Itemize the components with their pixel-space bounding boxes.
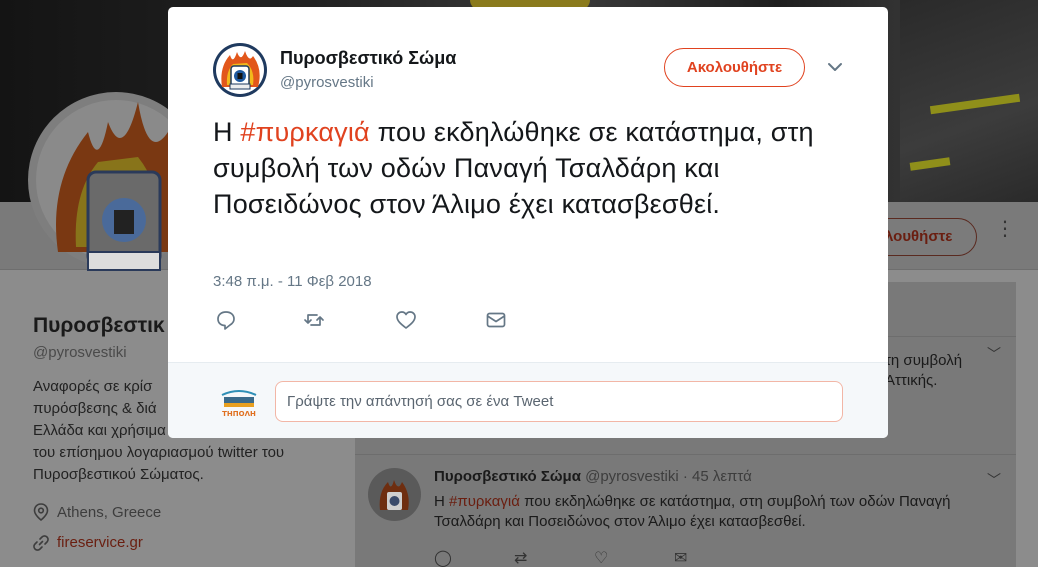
- profile-handle: @pyrosvestiki: [33, 344, 127, 361]
- message-icon[interactable]: [485, 309, 507, 331]
- tweet-text: Η #πυρκαγιά που εκδηλώθηκε σε κατάστημα,…: [434, 492, 1004, 532]
- reflective-stripe: [909, 157, 951, 171]
- reply-icon[interactable]: [215, 309, 237, 331]
- follow-button[interactable]: Ακολουθήστε: [664, 48, 805, 87]
- banner-firefighter: [900, 0, 1038, 202]
- tweet-text: Η #πυρκαγιά που εκδηλώθηκε σε κατάστημα,…: [213, 114, 853, 222]
- hashtag-link[interactable]: #πυρκαγιά: [449, 493, 520, 510]
- tweet-text: τη συμβολή Αττικής.: [885, 351, 962, 391]
- author-avatar[interactable]: [213, 43, 267, 97]
- retweet-icon[interactable]: [303, 309, 325, 331]
- chevron-down-icon[interactable]: ﹀: [987, 470, 1001, 490]
- tweet-meta: @pyrosvestiki · 45 λεπτά: [585, 468, 752, 485]
- chevron-down-icon[interactable]: ﹀: [987, 344, 1001, 364]
- avatar[interactable]: [368, 468, 421, 521]
- tweet-text-prefix: Η: [213, 117, 241, 147]
- tweet-author[interactable]: Πυροσβεστικό Σώμα: [434, 468, 581, 485]
- chevron-down-icon[interactable]: [825, 57, 845, 77]
- author-name[interactable]: Πυροσβεστικό Σώμα: [280, 48, 456, 69]
- like-icon[interactable]: [395, 309, 417, 331]
- timeline-tweet[interactable]: Πυροσβεστικό Σώμα @pyrosvestiki · 45 λεπ…: [355, 456, 1016, 567]
- reply-input[interactable]: Γράψτε την απάντησή σας σε ένα Tweet: [275, 381, 843, 422]
- link-icon: [33, 534, 49, 551]
- reply-icon[interactable]: ◯: [434, 548, 514, 567]
- reply-box: ΤΗΠΟΛΗ Γράψτε την απάντησή σας σε ένα Tw…: [168, 362, 888, 438]
- reply-avatar-text: ΤΗΠΟΛΗ: [222, 410, 256, 418]
- author-handle[interactable]: @pyrosvestiki: [280, 74, 374, 91]
- tweet-text-prefix: Η: [434, 493, 449, 510]
- bio-line: του επίσημου λογαριασμού twitter του: [33, 444, 285, 461]
- user-avatar: ΤΗΠΟΛΗ: [218, 381, 260, 421]
- more-options-icon[interactable]: ⋮: [995, 219, 1015, 239]
- message-icon[interactable]: ✉: [674, 548, 754, 567]
- hashtag-link[interactable]: #πυρκαγιά: [240, 117, 369, 147]
- map-pin-icon: [33, 503, 49, 521]
- like-icon[interactable]: ♡: [594, 548, 674, 567]
- bio-line: Πυροσβεστικού Σώματος.: [33, 466, 204, 483]
- tweet-timestamp[interactable]: 3:48 π.μ. - 11 Φεβ 2018: [213, 273, 372, 290]
- retweet-icon[interactable]: ⇄: [514, 548, 594, 567]
- profile-location: Athens, Greece: [33, 503, 161, 521]
- link-text[interactable]: fireservice.gr: [57, 534, 143, 551]
- tweet-text-line: Αττικής.: [885, 372, 938, 389]
- tweet-modal: Πυροσβεστικό Σώμα @pyrosvestiki Ακολουθή…: [168, 7, 888, 438]
- location-text: Athens, Greece: [57, 503, 162, 521]
- tweet-actions: [213, 309, 533, 333]
- tweet-header: Πυροσβεστικό Σώμα @pyrosvestiki · 45 λεπ…: [434, 468, 752, 485]
- tweet-text-line: τη συμβολή: [885, 352, 963, 369]
- profile-link[interactable]: fireservice.gr: [33, 534, 143, 551]
- reflective-stripe: [929, 93, 1021, 115]
- tweet-actions: ◯ ⇄ ♡ ✉: [434, 548, 754, 567]
- profile-name: Πυροσβεστικ: [33, 314, 165, 337]
